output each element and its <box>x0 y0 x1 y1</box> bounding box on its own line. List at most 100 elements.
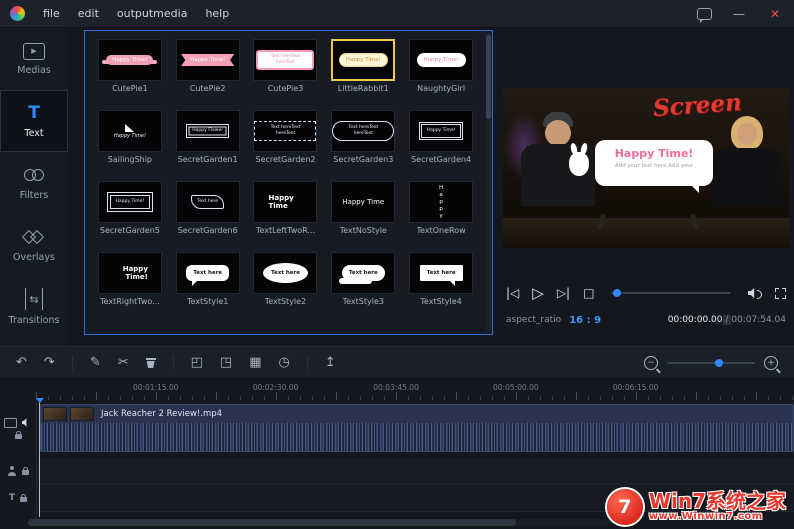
medias-icon: ▶ <box>23 43 45 60</box>
template-tile-secretgarden4[interactable]: Happy Time! SecretGarden4 <box>402 110 480 164</box>
close-button[interactable]: ✕ <box>766 7 784 21</box>
template-tile-secretgarden5[interactable]: Happy Time! SecretGarden5 <box>91 181 169 235</box>
sidebar-item-transitions[interactable]: ⇆ Transitions <box>0 276 68 338</box>
watermark-title: Win7系统之家 <box>649 491 786 512</box>
template-tile-cutepie2[interactable]: Happy Time! CutePie2 <box>169 39 247 93</box>
text-overlay-bubble[interactable]: Happy Time! Add your text here,Add your <box>595 140 713 186</box>
template-tile-sailingship[interactable]: Happy Time! SailingShip <box>91 110 169 164</box>
template-name: SecretGarden2 <box>256 155 316 164</box>
sidebar-item-medias[interactable]: ▶ Medias <box>0 28 68 90</box>
template-tile-textnostyle[interactable]: Happy Time TextNoStyle <box>324 181 402 235</box>
delete-button[interactable] <box>146 357 156 368</box>
timeline-zoom-handle[interactable] <box>715 359 723 367</box>
minimize-button[interactable]: — <box>730 7 748 21</box>
ruler-label: 00:02:30.00 <box>253 383 299 392</box>
menu-edit[interactable]: edit <box>78 7 99 20</box>
sidebar-item-text[interactable]: T Text <box>0 90 68 152</box>
template-preview: Text here <box>191 195 224 209</box>
template-tile-textstyle4[interactable]: Text here TextStyle4 <box>402 252 480 306</box>
template-tile-secretgarden1[interactable]: Happy Flower SecretGarden1 <box>169 110 247 164</box>
track-volume-icon[interactable] <box>22 418 33 427</box>
template-tile-secretgarden3[interactable]: Text hereText hereText SecretGarden3 <box>324 110 402 164</box>
menu-outputmedia[interactable]: outputmedia <box>117 7 188 20</box>
lock-icon[interactable] <box>15 434 22 439</box>
template-preview: Text hereText hereText <box>332 121 394 141</box>
pip-track-icon <box>7 466 17 476</box>
play-button[interactable]: ▷ <box>532 286 544 301</box>
volume-icon[interactable] <box>748 288 762 299</box>
template-preview: Happy Time <box>268 194 302 210</box>
playhead[interactable] <box>39 401 40 517</box>
menu-file[interactable]: file <box>43 7 60 20</box>
playhead-marker[interactable] <box>36 398 44 403</box>
template-tile-textstyle2[interactable]: Text here TextStyle2 <box>247 252 325 306</box>
edit-toolbar: ↶ ↷ ✎ ✂ ◰ ◳ ▦ ◷ ↥ − + <box>0 346 794 379</box>
text-icon: T <box>28 103 40 123</box>
timecode: 00:00:00.00 / 00:07:54.04 <box>668 315 786 325</box>
template-grid: Happy Time! CutePie1 Happy Time! CutePie… <box>85 31 492 312</box>
template-name: SailingShip <box>108 155 152 164</box>
split-button[interactable]: ✂ <box>118 356 129 369</box>
template-tile-naughtygirl[interactable]: Happy Time! NaughtyGirl <box>402 39 480 93</box>
overlays-icon <box>24 229 44 245</box>
fullscreen-icon[interactable] <box>775 288 786 299</box>
template-name: NaughtyGirl <box>417 84 465 93</box>
timeline-hscroll-track[interactable] <box>28 519 634 526</box>
desk-decor <box>503 218 789 248</box>
template-preview: Text hereText hereText <box>256 50 314 70</box>
menu-help[interactable]: help <box>205 7 229 20</box>
redo-button[interactable]: ↷ <box>44 356 55 369</box>
timeline-zoom-out-icon[interactable]: − <box>644 356 658 370</box>
sidebar-item-filters[interactable]: Filters <box>0 152 68 214</box>
video-clip[interactable]: Jack Reacher 2 Review!.mp4 <box>40 404 794 452</box>
text-track-header: T <box>0 485 36 511</box>
stop-button[interactable]: □ <box>583 287 594 299</box>
template-name: SecretGarden4 <box>411 155 471 164</box>
template-name: SecretGarden6 <box>178 226 238 235</box>
mosaic-button[interactable]: ▦ <box>249 356 261 369</box>
transitions-icon: ⇆ <box>25 288 42 310</box>
undo-button[interactable]: ↶ <box>16 356 27 369</box>
seek-handle[interactable] <box>613 289 621 297</box>
template-tile-textlefttworows[interactable]: Happy Time TextLeftTwoR... <box>247 181 325 235</box>
filters-icon <box>23 169 45 182</box>
empty-track-row[interactable] <box>37 458 794 485</box>
template-preview: Text here <box>186 265 229 281</box>
template-tile-cutepie1[interactable]: Happy Time! CutePie1 <box>91 39 169 93</box>
timeline-zoom-in-icon[interactable]: + <box>764 356 778 370</box>
duration-button[interactable]: ◷ <box>279 356 290 369</box>
timeline-zoom-slider[interactable] <box>667 362 755 364</box>
crop-button[interactable]: ◰ <box>191 356 203 369</box>
scrollbar-thumb[interactable] <box>486 35 491 119</box>
template-tile-cutepie3[interactable]: Text hereText hereText CutePie3 <box>247 39 325 93</box>
timeline-hscroll-thumb[interactable] <box>28 519 516 526</box>
template-tile-textstyle1[interactable]: Text here TextStyle1 <box>169 252 247 306</box>
ruler-label: 00:05:00.00 <box>493 383 539 392</box>
template-tile-textonerow[interactable]: Happy TextOneRow <box>402 181 480 235</box>
feedback-icon[interactable] <box>697 8 712 20</box>
lock-icon[interactable] <box>22 470 29 475</box>
template-preview: Happy Flower <box>186 124 229 138</box>
seek-slider[interactable] <box>611 292 731 294</box>
template-preview: Text here <box>342 265 385 281</box>
timeline-ruler[interactable]: 00:01:15.00 00:02:30.00 00:03:45.00 00:0… <box>36 383 794 400</box>
template-tile-secretgarden2[interactable]: Text hereText hereText SecretGarden2 <box>247 110 325 164</box>
aspect-ratio-value[interactable]: 16 : 9 <box>569 315 601 326</box>
template-tile-littlerabbit1-selected[interactable]: Happy Time! LittleRabbit1 <box>324 39 402 93</box>
zoom-button[interactable]: ◳ <box>220 356 232 369</box>
edit-button[interactable]: ✎ <box>90 356 101 369</box>
export-button[interactable]: ↥ <box>325 356 336 369</box>
sidebar-item-overlays[interactable]: Overlays <box>0 214 68 276</box>
next-frame-button[interactable]: ▷| <box>557 287 570 299</box>
template-tile-textstyle3[interactable]: Text here TextStyle3 <box>324 252 402 306</box>
template-name: TextRightTwo... <box>100 297 160 306</box>
sidebar-label-text: Text <box>24 128 43 139</box>
app-window: file edit outputmedia help — ✕ ▶ Medias … <box>0 0 794 529</box>
template-tile-secretgarden6[interactable]: Text here SecretGarden6 <box>169 181 247 235</box>
lock-icon[interactable] <box>20 497 27 502</box>
previous-frame-button[interactable]: |◁ <box>506 287 519 299</box>
templates-scrollbar[interactable] <box>486 33 491 332</box>
template-tile-textrighttworows[interactable]: Happy Time! TextRightTwo... <box>91 252 169 306</box>
bubble-title: Happy Time! <box>595 147 713 160</box>
template-preview: Text here <box>420 265 463 281</box>
